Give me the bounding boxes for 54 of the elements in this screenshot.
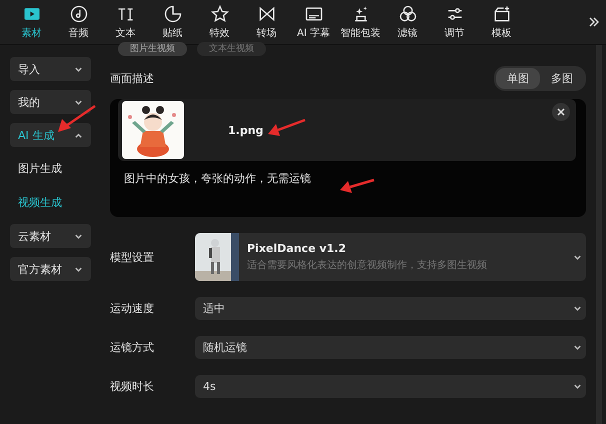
dropdown-select[interactable]: 4s — [195, 375, 586, 398]
star-icon — [210, 4, 230, 24]
toggle-option[interactable]: 多图 — [540, 68, 584, 89]
toolbar-tab[interactable]: 素材 — [8, 4, 55, 40]
field-label: 运镜方式 — [110, 340, 155, 355]
chevron-icon — [74, 98, 83, 106]
circles-icon — [398, 4, 418, 24]
more-icon[interactable] — [588, 16, 600, 28]
sidebar-item[interactable]: 我的 — [10, 90, 91, 114]
sticker-icon — [162, 4, 182, 24]
chevron-icon — [573, 304, 582, 313]
dropdown-select[interactable]: 适中 — [195, 297, 586, 320]
close-icon — [557, 108, 565, 116]
toolbar-tab[interactable]: 模板 — [478, 4, 525, 40]
sidebar-item[interactable]: 官方素材 — [10, 257, 91, 281]
toggle-option[interactable]: 单图 — [496, 68, 540, 89]
field-label: 视频时长 — [110, 379, 155, 394]
mode-tab[interactable]: 图片生视频 — [118, 42, 187, 56]
sidebar-item[interactable]: 云素材 — [10, 224, 91, 248]
model-select[interactable]: PixelDance v1.2 适合需要风格化表达的创意视频制作，支持多图生视频 — [195, 233, 586, 281]
chevron-icon — [74, 64, 83, 74]
file-name: 1.png — [228, 124, 264, 136]
toolbar-tab[interactable]: 智能包装 — [337, 4, 384, 40]
chevron-icon — [74, 264, 83, 274]
sidebar-subitem[interactable]: 图片生成 — [10, 156, 91, 181]
chevron-icon — [74, 232, 83, 240]
chevron-icon — [573, 382, 582, 391]
toolbar-tab[interactable]: 转场 — [243, 4, 290, 40]
prompt-text: 图片中的女孩，夸张的动作，无需运镜 — [124, 171, 311, 186]
toolbar-tab[interactable]: 滤镜 — [384, 4, 431, 40]
field-label: 模型设置 — [110, 250, 155, 264]
chevron-icon — [573, 343, 582, 352]
toolbar-tab[interactable]: 贴纸 — [149, 4, 196, 40]
toolbar-tab[interactable]: 音频 — [55, 4, 102, 40]
field-label: 运动速度 — [110, 301, 155, 316]
toolbar-tab[interactable]: 文本 — [102, 4, 149, 40]
toolbar-tab[interactable]: 调节 — [431, 4, 478, 40]
bowtie-icon — [256, 4, 276, 24]
sidebar-subitem[interactable]: 视频生成 — [10, 190, 91, 215]
annotation-arrow — [58, 104, 96, 132]
model-name: PixelDance v1.2 — [247, 242, 348, 255]
folder-icon — [492, 4, 512, 24]
chevron-icon — [573, 252, 582, 262]
annotation-arrow — [268, 118, 306, 136]
music-note-icon — [68, 4, 88, 24]
dropdown-select[interactable]: 随机运镜 — [195, 336, 586, 359]
sidebar-item[interactable]: AI 生成 — [10, 123, 91, 147]
model-description: 适合需要风格化表达的创意视频制作，支持多图生视频 — [247, 258, 488, 272]
toolbar-tab[interactable]: AI 字幕 — [290, 4, 337, 40]
annotation-arrow — [340, 178, 374, 193]
close-button[interactable] — [552, 103, 570, 121]
section-label: 画面描述 — [110, 71, 154, 86]
toolbar-tab[interactable]: 特效 — [196, 4, 243, 40]
sidebar-item[interactable]: 导入 — [10, 57, 91, 81]
